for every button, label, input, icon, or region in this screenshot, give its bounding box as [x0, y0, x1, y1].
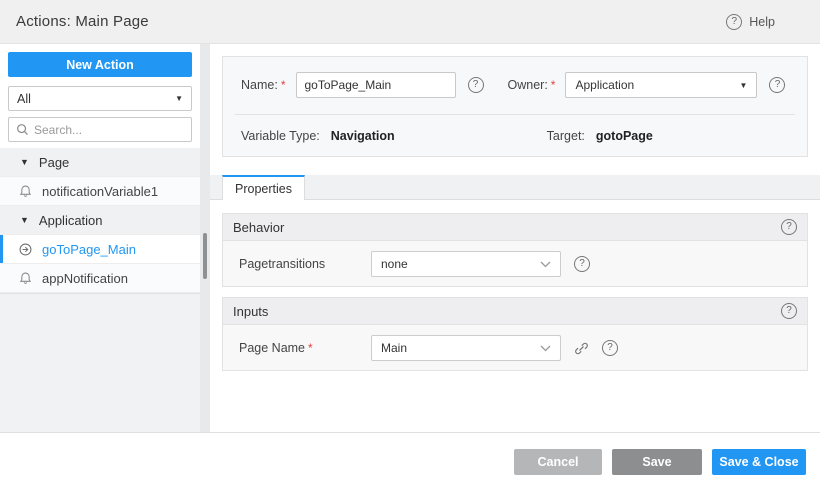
tree-group-label: Application — [38, 212, 103, 228]
tree-item-label: goToPage_Main — [42, 241, 136, 257]
goto-page-icon — [18, 242, 33, 257]
actions-sidebar: New Action All ▼ ▼ Page — [0, 44, 210, 432]
link-binding-icon[interactable] — [574, 341, 589, 356]
name-label: Name: * — [241, 78, 286, 92]
save-close-button[interactable]: Save & Close — [712, 449, 806, 475]
inputs-section: Inputs ? Page Name * Main ? — [222, 297, 808, 371]
tree-group-label: Page — [38, 154, 70, 170]
page-title: Actions: Main Page — [16, 13, 149, 30]
search-input[interactable] — [34, 122, 174, 137]
behavior-section: Behavior ? Pagetransitions none ? — [222, 213, 808, 287]
dialog-header: Actions: Main Page ? Help — [0, 0, 820, 44]
required-marker: * — [280, 78, 286, 92]
caret-down-icon: ▼ — [739, 80, 748, 90]
filter-dropdown-value: All — [17, 91, 31, 106]
actions-tree: ▼ Page notificationVariable1 ▼ Applicati… — [0, 148, 200, 293]
actions-dialog: Actions: Main Page ? Help New Action All… — [0, 0, 820, 488]
pagetransitions-dropdown-value: none — [381, 257, 408, 271]
chevron-down-icon — [540, 261, 551, 268]
name-field[interactable] — [295, 72, 456, 98]
tree-item-notificationVariable1[interactable]: notificationVariable1 — [0, 177, 200, 206]
tree-item-label: appNotification — [42, 270, 128, 286]
caret-down-icon: ▼ — [175, 94, 183, 103]
notification-icon — [18, 184, 33, 199]
pagetransitions-help-icon[interactable]: ? — [574, 256, 590, 272]
collapse-icon[interactable]: ▼ — [20, 215, 29, 225]
new-action-button[interactable]: New Action — [8, 52, 192, 77]
help-link[interactable]: ? Help — [726, 0, 775, 44]
action-detail-panel: Name:* ? Owner:* Application ▼ ? Variabl… — [210, 44, 820, 432]
sidebar-empty-area — [0, 293, 200, 432]
sidebar-scrollbar-track[interactable] — [200, 44, 210, 432]
action-summary-panel: Name:* ? Owner:* Application ▼ ? Variabl… — [222, 56, 808, 157]
search-box[interactable] — [8, 117, 192, 142]
help-label: Help — [749, 15, 775, 29]
owner-help-icon[interactable]: ? — [769, 77, 786, 93]
notification-icon — [18, 271, 33, 286]
behavior-section-title: Behavior — [233, 219, 285, 235]
pagetransitions-label: Pagetransitions — [239, 257, 326, 271]
variable-type-label: Variable Type: — [241, 128, 320, 143]
dialog-footer: Cancel Save Save & Close — [0, 432, 820, 488]
help-icon: ? — [726, 14, 743, 30]
sidebar-scrollbar-thumb[interactable] — [203, 233, 207, 279]
collapse-icon[interactable]: ▼ — [20, 157, 29, 167]
target-value: gotoPage — [595, 128, 653, 143]
pagetransitions-dropdown[interactable]: none — [371, 251, 561, 277]
owner-dropdown[interactable]: Application ▼ — [565, 72, 758, 98]
required-marker: * — [308, 341, 313, 355]
tab-strip: Properties — [210, 175, 820, 200]
required-marker: * — [550, 78, 556, 92]
tree-item-goToPage_Main[interactable]: goToPage_Main — [0, 235, 200, 264]
variable-type-value: Navigation — [330, 128, 395, 143]
page-name-dropdown[interactable]: Main — [371, 335, 561, 361]
inputs-section-title: Inputs — [233, 303, 269, 319]
behavior-help-icon[interactable]: ? — [781, 219, 797, 235]
tree-item-appNotification[interactable]: appNotification — [0, 264, 200, 293]
filter-dropdown[interactable]: All ▼ — [8, 86, 192, 111]
owner-dropdown-value: Application — [575, 78, 635, 92]
save-button[interactable]: Save — [612, 449, 702, 475]
owner-label: Owner: * — [507, 78, 556, 92]
page-name-label: Page Name * — [239, 341, 313, 355]
page-name-dropdown-value: Main — [381, 341, 408, 355]
tree-group-application[interactable]: ▼ Application — [0, 206, 200, 235]
target-label: Target: — [546, 128, 585, 143]
name-help-icon[interactable]: ? — [467, 77, 484, 93]
search-icon — [16, 123, 29, 136]
inputs-help-icon[interactable]: ? — [781, 303, 797, 319]
cancel-button[interactable]: Cancel — [514, 449, 602, 475]
tree-item-label: notificationVariable1 — [42, 183, 159, 199]
tab-properties[interactable]: Properties — [222, 175, 305, 200]
page-name-help-icon[interactable]: ? — [602, 340, 618, 356]
tree-group-page[interactable]: ▼ Page — [0, 148, 200, 177]
chevron-down-icon — [540, 345, 551, 352]
